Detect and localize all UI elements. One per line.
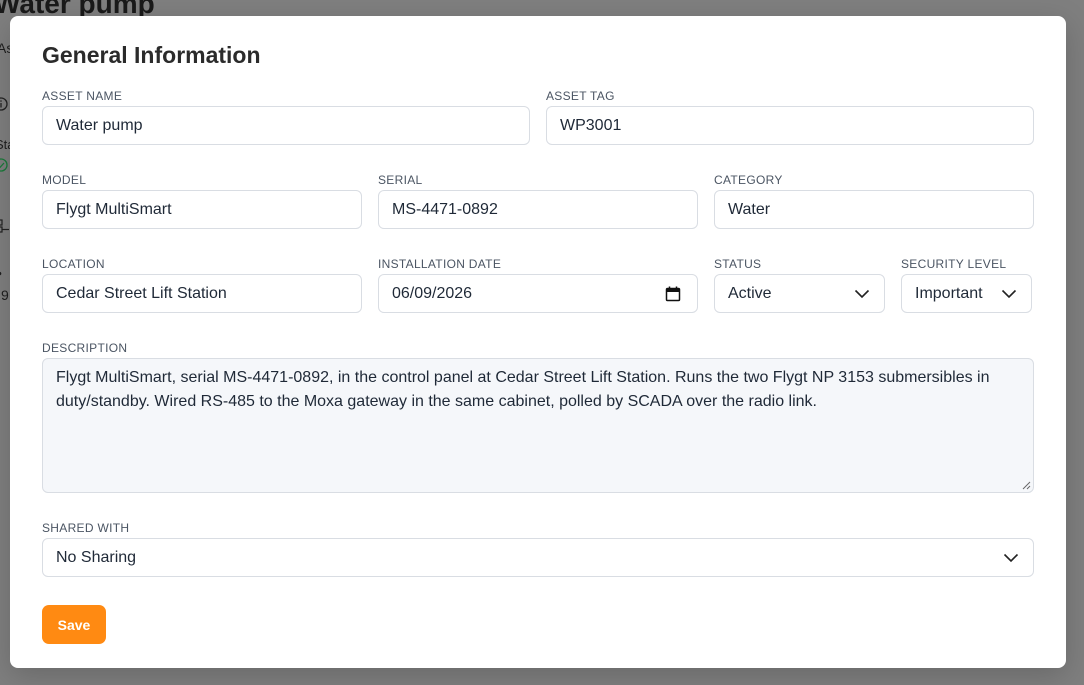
description-textarea[interactable]: Flygt MultiSmart, serial MS-4471-0892, i… bbox=[42, 358, 1034, 493]
security-level-label: SECURITY LEVEL bbox=[901, 257, 1007, 271]
chevron-down-icon bbox=[1003, 553, 1019, 562]
security-level-selected-value: Important bbox=[915, 284, 983, 302]
chevron-down-icon bbox=[854, 289, 870, 298]
info-icon bbox=[0, 97, 8, 111]
save-button[interactable]: Save bbox=[42, 605, 106, 644]
serial-input[interactable]: MS-4471-0892 bbox=[378, 190, 698, 229]
shared-with-label: SHARED WITH bbox=[42, 521, 130, 535]
installation-date-input[interactable]: 06/09/2026 bbox=[378, 274, 698, 313]
asset-tag-field: ASSET TAG WP3001 bbox=[546, 89, 1034, 149]
modal-title: General Information bbox=[42, 42, 261, 68]
asset-tag-input[interactable]: WP3001 bbox=[546, 106, 1034, 145]
installation-date-value: 06/09/2026 bbox=[392, 284, 473, 302]
asset-name-field: ASSET NAME Water pump bbox=[42, 89, 530, 149]
shared-with-selected-value: No Sharing bbox=[56, 548, 137, 566]
model-field: MODEL Flygt MultiSmart bbox=[42, 173, 362, 233]
location-field: LOCATION Cedar Street Lift Station bbox=[42, 257, 362, 317]
security-level-select[interactable]: Important bbox=[901, 274, 1032, 313]
security-level-field: SECURITY LEVEL Important bbox=[901, 257, 1032, 317]
status-select[interactable]: Active bbox=[714, 274, 885, 313]
background-text-fragment-mark: • bbox=[0, 265, 2, 281]
category-input[interactable]: Water bbox=[714, 190, 1034, 229]
asset-name-label: ASSET NAME bbox=[42, 89, 123, 103]
model-label: MODEL bbox=[42, 173, 87, 187]
resize-handle-icon[interactable] bbox=[1021, 480, 1031, 490]
shared-with-select[interactable]: No Sharing bbox=[42, 538, 1034, 577]
shared-with-field: SHARED WITH No Sharing bbox=[42, 521, 1034, 581]
category-field: CATEGORY Water bbox=[714, 173, 1034, 233]
serial-label: SERIAL bbox=[378, 173, 423, 187]
network-icon bbox=[0, 219, 9, 233]
description-field: DESCRIPTION Flygt MultiSmart, serial MS-… bbox=[42, 341, 1034, 496]
asset-tag-label: ASSET TAG bbox=[546, 89, 615, 103]
asset-name-input[interactable]: Water pump bbox=[42, 106, 530, 145]
general-information-modal: General Information ASSET NAME Water pum… bbox=[10, 16, 1066, 668]
location-input[interactable]: Cedar Street Lift Station bbox=[42, 274, 362, 313]
category-label: CATEGORY bbox=[714, 173, 783, 187]
status-label: STATUS bbox=[714, 257, 762, 271]
location-label: LOCATION bbox=[42, 257, 105, 271]
model-input[interactable]: Flygt MultiSmart bbox=[42, 190, 362, 229]
installation-date-field: INSTALLATION DATE 06/09/2026 bbox=[378, 257, 698, 317]
installation-date-label: INSTALLATION DATE bbox=[378, 257, 502, 271]
status-selected-value: Active bbox=[728, 284, 772, 302]
status-field: STATUS Active bbox=[714, 257, 885, 317]
description-text: Flygt MultiSmart, serial MS-4471-0892, i… bbox=[56, 369, 990, 410]
background-text-fragment: 9 bbox=[1, 287, 9, 303]
chevron-down-icon bbox=[1001, 289, 1017, 298]
serial-field: SERIAL MS-4471-0892 bbox=[378, 173, 698, 233]
description-label: DESCRIPTION bbox=[42, 341, 128, 355]
calendar-icon[interactable] bbox=[665, 286, 681, 302]
check-circle-icon bbox=[0, 158, 8, 172]
